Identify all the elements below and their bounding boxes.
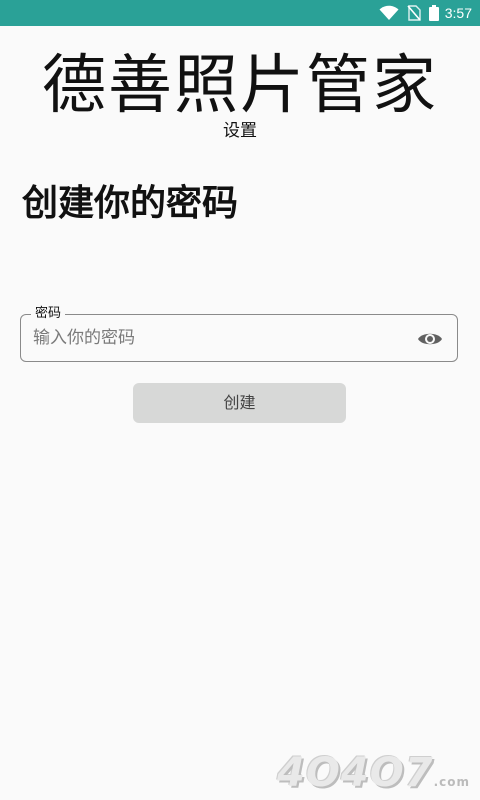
battery-icon <box>428 5 439 21</box>
no-sim-icon <box>407 5 421 21</box>
app-title: 德善照片管家 <box>42 49 438 123</box>
password-input[interactable] <box>33 323 403 353</box>
app-subtitle: 设置 <box>223 121 257 141</box>
watermark-logo: 4O4O7.com <box>277 750 470 796</box>
watermark-suffix: .com <box>433 775 470 789</box>
password-field: 密码 <box>20 306 458 362</box>
eye-icon[interactable] <box>417 328 443 350</box>
status-icons: 3:57 <box>379 0 472 26</box>
watermark-text: 4O4O7 <box>277 750 434 796</box>
page-heading: 创建你的密码 <box>22 183 239 224</box>
wifi-icon <box>379 5 399 21</box>
password-field-label: 密码 <box>31 306 66 322</box>
create-button[interactable]: 创建 <box>133 383 346 423</box>
status-time: 3:57 <box>444 5 472 21</box>
status-bar: 3:57 <box>0 0 480 26</box>
